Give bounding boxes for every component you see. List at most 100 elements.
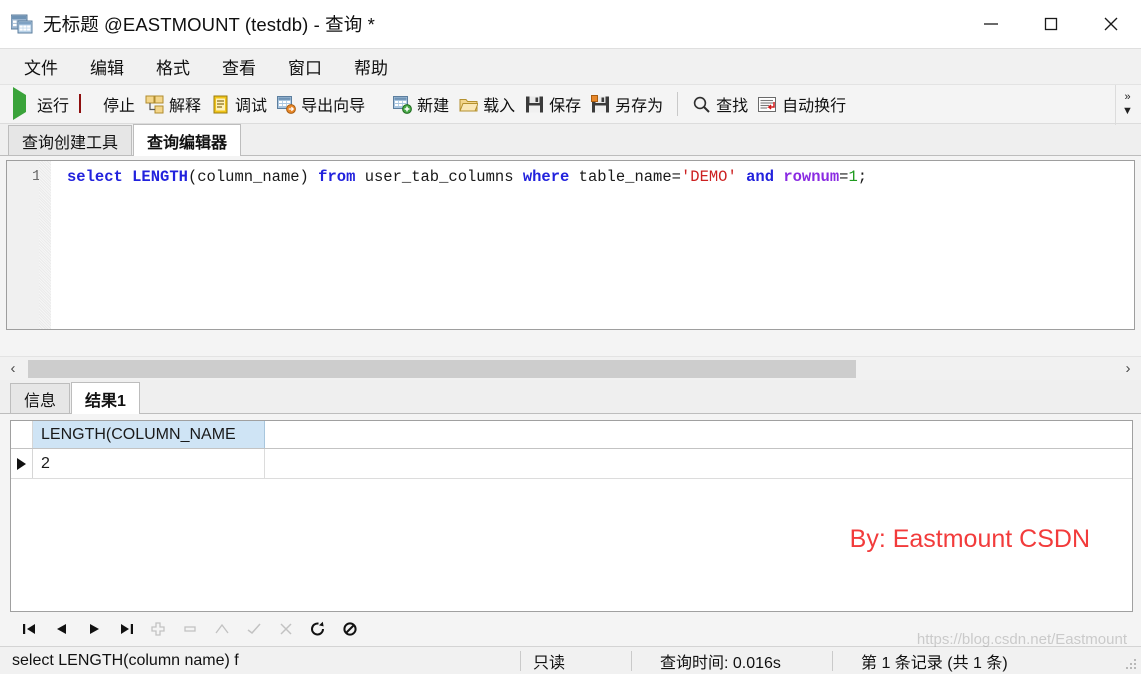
- resize-grip[interactable]: [1124, 657, 1138, 671]
- new-button[interactable]: 新建: [388, 88, 454, 120]
- current-row-icon: [11, 449, 33, 478]
- debug-icon: [211, 95, 230, 114]
- explain-icon: [145, 95, 164, 114]
- open-folder-icon: [459, 95, 479, 114]
- token-column-name: (column_name): [187, 168, 319, 186]
- menu-item-format[interactable]: 格式: [140, 50, 206, 83]
- token-semicolon: ;: [857, 168, 868, 186]
- word-wrap-button[interactable]: 自动换行: [753, 88, 851, 120]
- stop-button[interactable]: 停止: [74, 88, 140, 120]
- record-navigator: [0, 612, 1141, 646]
- editor-gutter: 1: [7, 161, 51, 329]
- sql-editor[interactable]: 1 select LENGTH(column_name) from user_t…: [6, 160, 1135, 330]
- word-wrap-icon: [758, 95, 777, 114]
- menu-item-view[interactable]: 查看: [206, 50, 272, 83]
- grid-corner-cell: [11, 421, 33, 448]
- load-button[interactable]: 载入: [454, 88, 520, 120]
- post-edit-icon: [238, 615, 270, 643]
- debug-button[interactable]: 调试: [206, 88, 272, 120]
- scroll-right-icon[interactable]: ›: [1115, 357, 1141, 381]
- status-record-info: 第 1 条记录 (共 1 条): [861, 654, 1008, 672]
- token-table: user_tab_columns: [355, 168, 523, 186]
- tab-result1[interactable]: 结果1: [71, 382, 140, 414]
- stop-query-icon[interactable]: [334, 615, 366, 643]
- maximize-icon[interactable]: [1021, 0, 1081, 48]
- sql-code-line[interactable]: select LENGTH(column_name) from user_tab…: [51, 161, 1134, 329]
- stop-label: 停止: [103, 98, 136, 115]
- cancel-edit-icon: [270, 615, 302, 643]
- explain-label: 解释: [169, 98, 202, 115]
- token-space-3: [774, 168, 783, 186]
- editor-tab-strip: 查询创建工具 查询编辑器: [0, 124, 1141, 156]
- tab-query-editor[interactable]: 查询编辑器: [133, 124, 242, 156]
- previous-record-icon[interactable]: [46, 615, 78, 643]
- save-as-button[interactable]: 另存为: [586, 88, 668, 120]
- close-icon[interactable]: [1081, 0, 1141, 48]
- menu-item-file[interactable]: 文件: [8, 50, 74, 83]
- menu-item-help[interactable]: 帮助: [338, 50, 404, 83]
- status-readonly: 只读: [533, 654, 566, 672]
- new-label: 新建: [417, 98, 450, 115]
- load-label: 载入: [483, 98, 516, 115]
- scroll-left-icon[interactable]: ‹: [0, 357, 26, 381]
- grid-header-filler: [265, 421, 1132, 448]
- first-record-icon[interactable]: [14, 615, 46, 643]
- export-wizard-label: 导出向导: [301, 98, 366, 115]
- search-icon: [692, 95, 711, 114]
- query-window-icon: [10, 14, 33, 34]
- run-button[interactable]: 运行: [8, 86, 74, 120]
- cell-length-value[interactable]: 2: [33, 449, 265, 478]
- insert-record-icon: [142, 615, 174, 643]
- scrollbar-track[interactable]: [26, 359, 1115, 378]
- run-label: 运行: [37, 98, 70, 115]
- main-toolbar: 运行 停止 解释 调试 导出向导 新建 载入 保存 另存为 查找 自动换行 » …: [0, 84, 1141, 125]
- toolbar-separator: [677, 92, 679, 116]
- chevron-down-icon: ▼: [1122, 105, 1133, 117]
- window-title: 无标题 @EASTMOUNT (testdb) - 查询 *: [43, 14, 375, 35]
- menu-item-window[interactable]: 窗口: [272, 50, 338, 83]
- title-bar: 无标题 @EASTMOUNT (testdb) - 查询 *: [0, 0, 1141, 48]
- line-number: 1: [31, 168, 41, 185]
- tab-query-builder[interactable]: 查询创建工具: [8, 125, 133, 155]
- token-space-2: [737, 168, 746, 186]
- status-query-time: 查询时间: 0.016s: [660, 654, 781, 672]
- scrollbar-thumb[interactable]: [28, 359, 856, 378]
- editor-horizontal-scrollbar[interactable]: ‹ ›: [0, 356, 1141, 380]
- find-label: 查找: [716, 98, 749, 115]
- last-record-icon[interactable]: [110, 615, 142, 643]
- toolbar-overflow-button[interactable]: » ▼: [1115, 85, 1139, 125]
- token-string-demo: 'DEMO': [680, 168, 737, 186]
- column-header-length[interactable]: LENGTH(COLUMN_NAME: [33, 421, 265, 448]
- explain-button[interactable]: 解释: [140, 88, 206, 120]
- minimize-icon[interactable]: [961, 0, 1021, 48]
- grid-row-filler: [265, 449, 1132, 478]
- play-icon: [13, 86, 32, 120]
- query-window: 无标题 @EASTMOUNT (testdb) - 查询 * 文件 编辑 格式 …: [0, 0, 1141, 674]
- token-table-name-eq: table_name=: [569, 168, 681, 186]
- find-button[interactable]: 查找: [687, 88, 753, 120]
- editor-container: 1 select LENGTH(column_name) from user_t…: [0, 156, 1141, 356]
- menu-bar: 文件 编辑 格式 查看 窗口 帮助: [0, 48, 1141, 84]
- table-row[interactable]: 2: [11, 449, 1132, 479]
- result-grid[interactable]: LENGTH(COLUMN_NAME 2 By: Eastmount CSDN: [10, 420, 1133, 612]
- export-wizard-button[interactable]: 导出向导: [272, 88, 370, 120]
- save-icon: [525, 95, 544, 114]
- next-record-icon[interactable]: [78, 615, 110, 643]
- token-space-1: [123, 168, 132, 186]
- token-from: from: [318, 168, 356, 186]
- tab-info[interactable]: 信息: [10, 383, 71, 413]
- save-as-icon: [591, 94, 610, 114]
- menu-item-edit[interactable]: 编辑: [74, 50, 140, 83]
- token-and: and: [746, 168, 774, 186]
- refresh-icon[interactable]: [302, 615, 334, 643]
- save-button[interactable]: 保存: [520, 88, 586, 120]
- results-container: LENGTH(COLUMN_NAME 2 By: Eastmount CSDN: [0, 414, 1141, 612]
- watermark-author: By: Eastmount CSDN: [849, 525, 1090, 553]
- status-bar: select LENGTH(column name) f 只读 查询时间: 0.…: [0, 631, 1141, 674]
- token-length: LENGTH: [132, 168, 188, 186]
- window-controls: [961, 0, 1141, 48]
- chevron-double-right-icon: »: [1124, 91, 1131, 104]
- new-icon: [393, 95, 412, 114]
- token-where: where: [522, 168, 570, 186]
- debug-label: 调试: [235, 98, 268, 115]
